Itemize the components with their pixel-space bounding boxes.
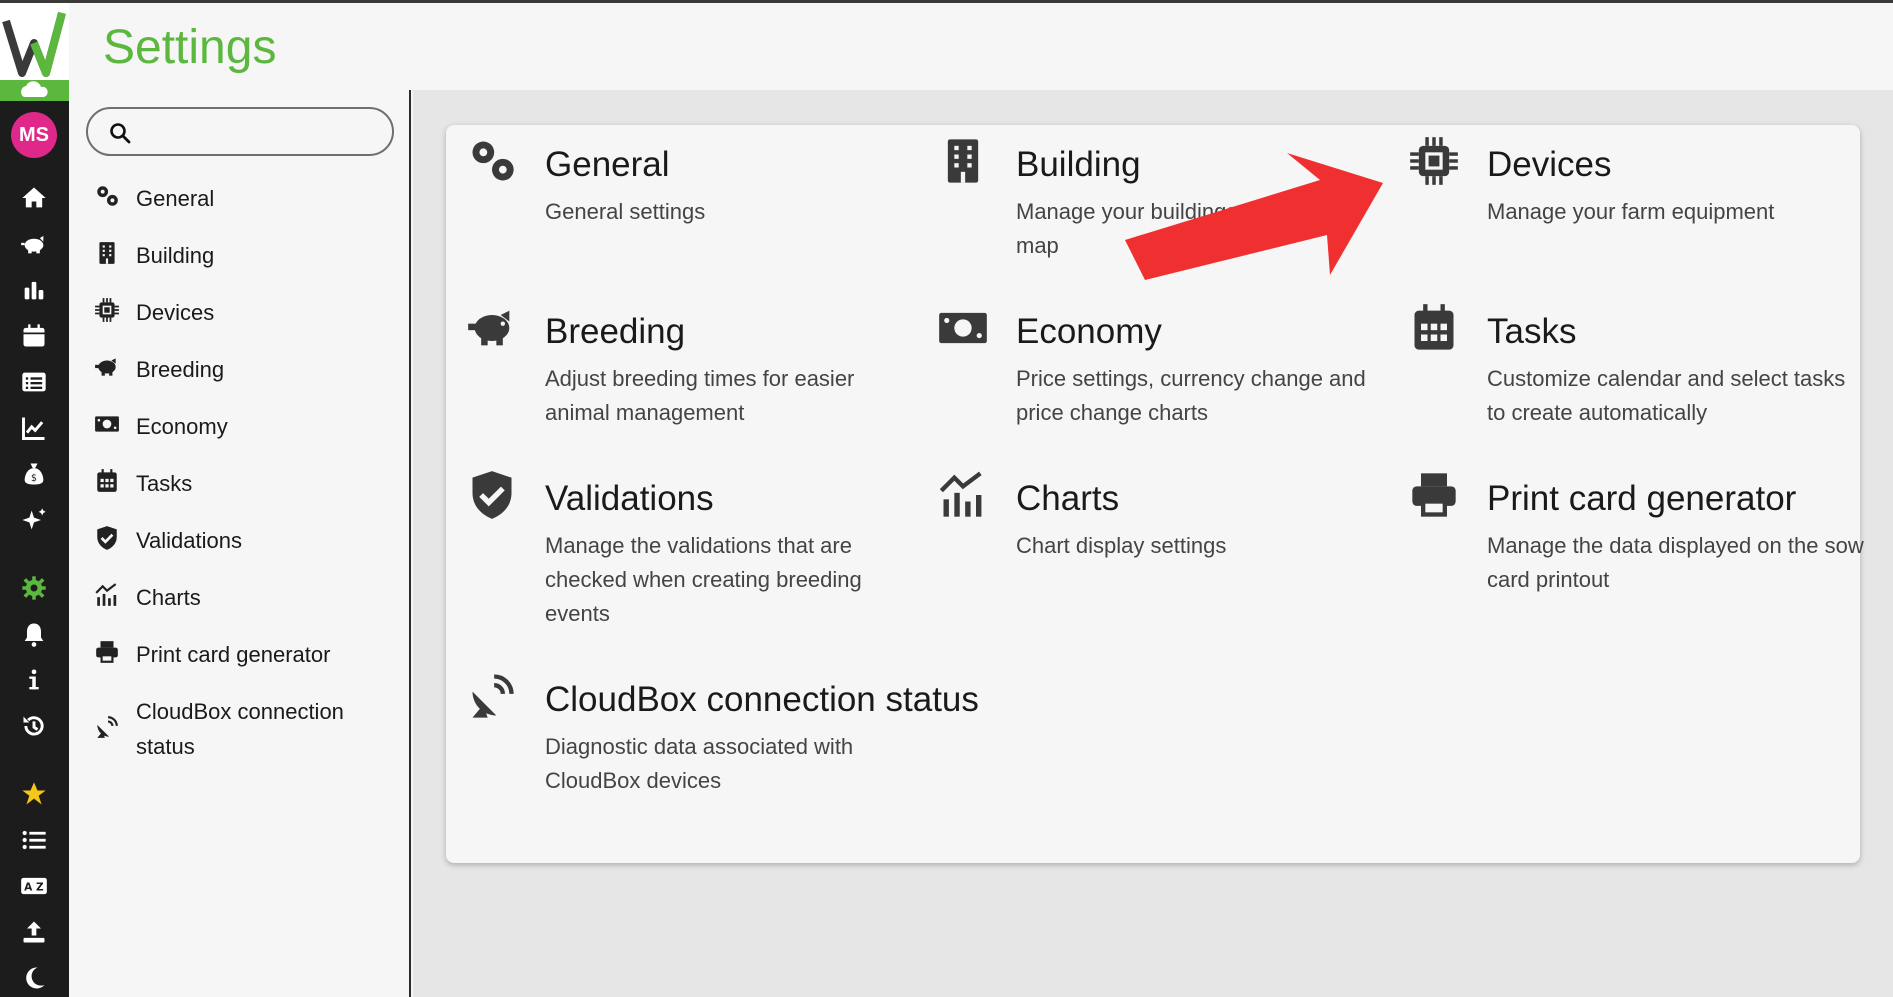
chip-icon: [1402, 133, 1466, 189]
gears-icon: [92, 181, 122, 211]
calendar-icon: [92, 466, 122, 496]
tile-title: Charts: [1016, 479, 1120, 518]
building-icon: [92, 238, 122, 268]
sidebar-item-breeding[interactable]: Breeding: [92, 352, 402, 387]
tile-title: Validations: [545, 479, 714, 518]
sidebar-item-validations[interactable]: Validations: [92, 523, 402, 558]
tile-title: General: [545, 145, 670, 184]
svg-text:A: A: [24, 882, 33, 894]
avatar[interactable]: MS: [11, 112, 57, 158]
printer-icon: [1402, 467, 1466, 523]
bell-icon[interactable]: [16, 616, 52, 652]
upload-icon[interactable]: [16, 914, 52, 950]
sidebar-item-label: Print card generator: [136, 642, 331, 667]
money-icon: [92, 409, 122, 439]
tile-description: Manage the data displayed on the sow car…: [1487, 533, 1864, 592]
chip-icon: [92, 295, 122, 325]
sidebar-item-label: Economy: [136, 414, 228, 439]
info-icon[interactable]: [16, 662, 52, 698]
sidebar-item-label: Breeding: [136, 357, 225, 382]
calendar-icon: [1402, 300, 1466, 356]
chart-icon: [931, 467, 995, 523]
sidebar-item-charts[interactable]: Charts: [92, 580, 402, 615]
list-icon[interactable]: [16, 364, 52, 400]
money-icon: [931, 300, 995, 356]
pig-icon: [92, 352, 122, 382]
sparkles-icon[interactable]: [16, 502, 52, 538]
tile-description: Manage your farm equipment: [1487, 199, 1775, 224]
app-rail: MS $ AZ: [0, 0, 69, 997]
sidebar-item-general[interactable]: General: [92, 181, 402, 216]
sidebar-item-tasks[interactable]: Tasks: [92, 466, 402, 501]
cloud-status-bar: [0, 80, 69, 101]
sidebar-item-building[interactable]: Building: [92, 238, 402, 273]
line-chart-icon[interactable]: [16, 410, 52, 446]
sidebar-item-label: Validations: [136, 528, 242, 553]
tile-title: Print card generator: [1487, 479, 1797, 518]
satellite-dish-icon: [92, 712, 122, 742]
tile-description: Adjust breeding times for easier animal …: [545, 366, 855, 425]
sidebar-item-economy[interactable]: Economy: [92, 409, 402, 444]
gear-icon[interactable]: [16, 570, 52, 606]
building-icon: [931, 133, 995, 189]
money-bag-icon[interactable]: $: [16, 456, 52, 492]
tile-title: Tasks: [1487, 312, 1577, 351]
home-icon[interactable]: [16, 180, 52, 216]
tile-description: General settings: [545, 199, 706, 224]
cloud-icon: [21, 81, 48, 97]
page-title: Settings: [103, 21, 277, 74]
tile-title: Economy: [1016, 312, 1162, 351]
sidebar-item-label: Devices: [136, 300, 215, 325]
svg-text:Z: Z: [36, 882, 44, 894]
tile-description: Chart display settings: [1016, 533, 1227, 558]
tile-title: CloudBox connection status: [545, 680, 979, 719]
tile-description: Diagnostic data associated with CloudBox…: [545, 734, 854, 793]
sidebar-item-cloudbox[interactable]: CloudBox connection status: [92, 694, 402, 764]
sidebar-item-label: General: [136, 186, 215, 211]
bar-chart-icon[interactable]: [16, 272, 52, 308]
top-border: [0, 0, 1893, 3]
translate-icon[interactable]: AZ: [16, 868, 52, 904]
svg-text:$: $: [31, 473, 37, 484]
search-icon: [110, 123, 131, 144]
history-icon[interactable]: [16, 708, 52, 744]
tile-title: Devices: [1487, 145, 1612, 184]
gears-icon: [460, 133, 524, 189]
search-field[interactable]: [86, 107, 394, 156]
sidebar-item-label: Tasks: [136, 471, 193, 496]
app-logo[interactable]: [0, 3, 69, 83]
search-input[interactable]: [140, 117, 380, 147]
calendar-icon[interactable]: [16, 318, 52, 354]
sidebar-item-label: Charts: [136, 585, 201, 610]
sidebar-item-label: CloudBox connection status: [136, 699, 344, 759]
tile-title: Breeding: [545, 312, 686, 351]
sidebar-item-print-card[interactable]: Print card generator: [92, 637, 402, 672]
tile-description: Price settings, currency change and pric…: [1016, 366, 1366, 425]
shield-check-icon: [92, 523, 122, 553]
tile-description: Manage the validations that are checked …: [545, 533, 862, 626]
star-icon[interactable]: [16, 776, 52, 812]
chart-icon: [92, 580, 122, 610]
pig-icon[interactable]: [16, 226, 52, 262]
satellite-dish-icon: [460, 668, 524, 724]
pig-icon: [460, 300, 524, 356]
printer-icon: [92, 637, 122, 667]
shield-check-icon: [460, 467, 524, 523]
tile-title: Building: [1016, 145, 1141, 184]
header: [69, 3, 1893, 90]
sidebar-item-devices[interactable]: Devices: [92, 295, 402, 330]
annotation-arrow: [1125, 153, 1383, 280]
tile-description: Customize calendar and select tasks to c…: [1487, 366, 1846, 425]
sidebar-item-label: Building: [136, 243, 215, 268]
list-bullets-icon[interactable]: [16, 822, 52, 858]
moon-icon[interactable]: [16, 960, 52, 996]
